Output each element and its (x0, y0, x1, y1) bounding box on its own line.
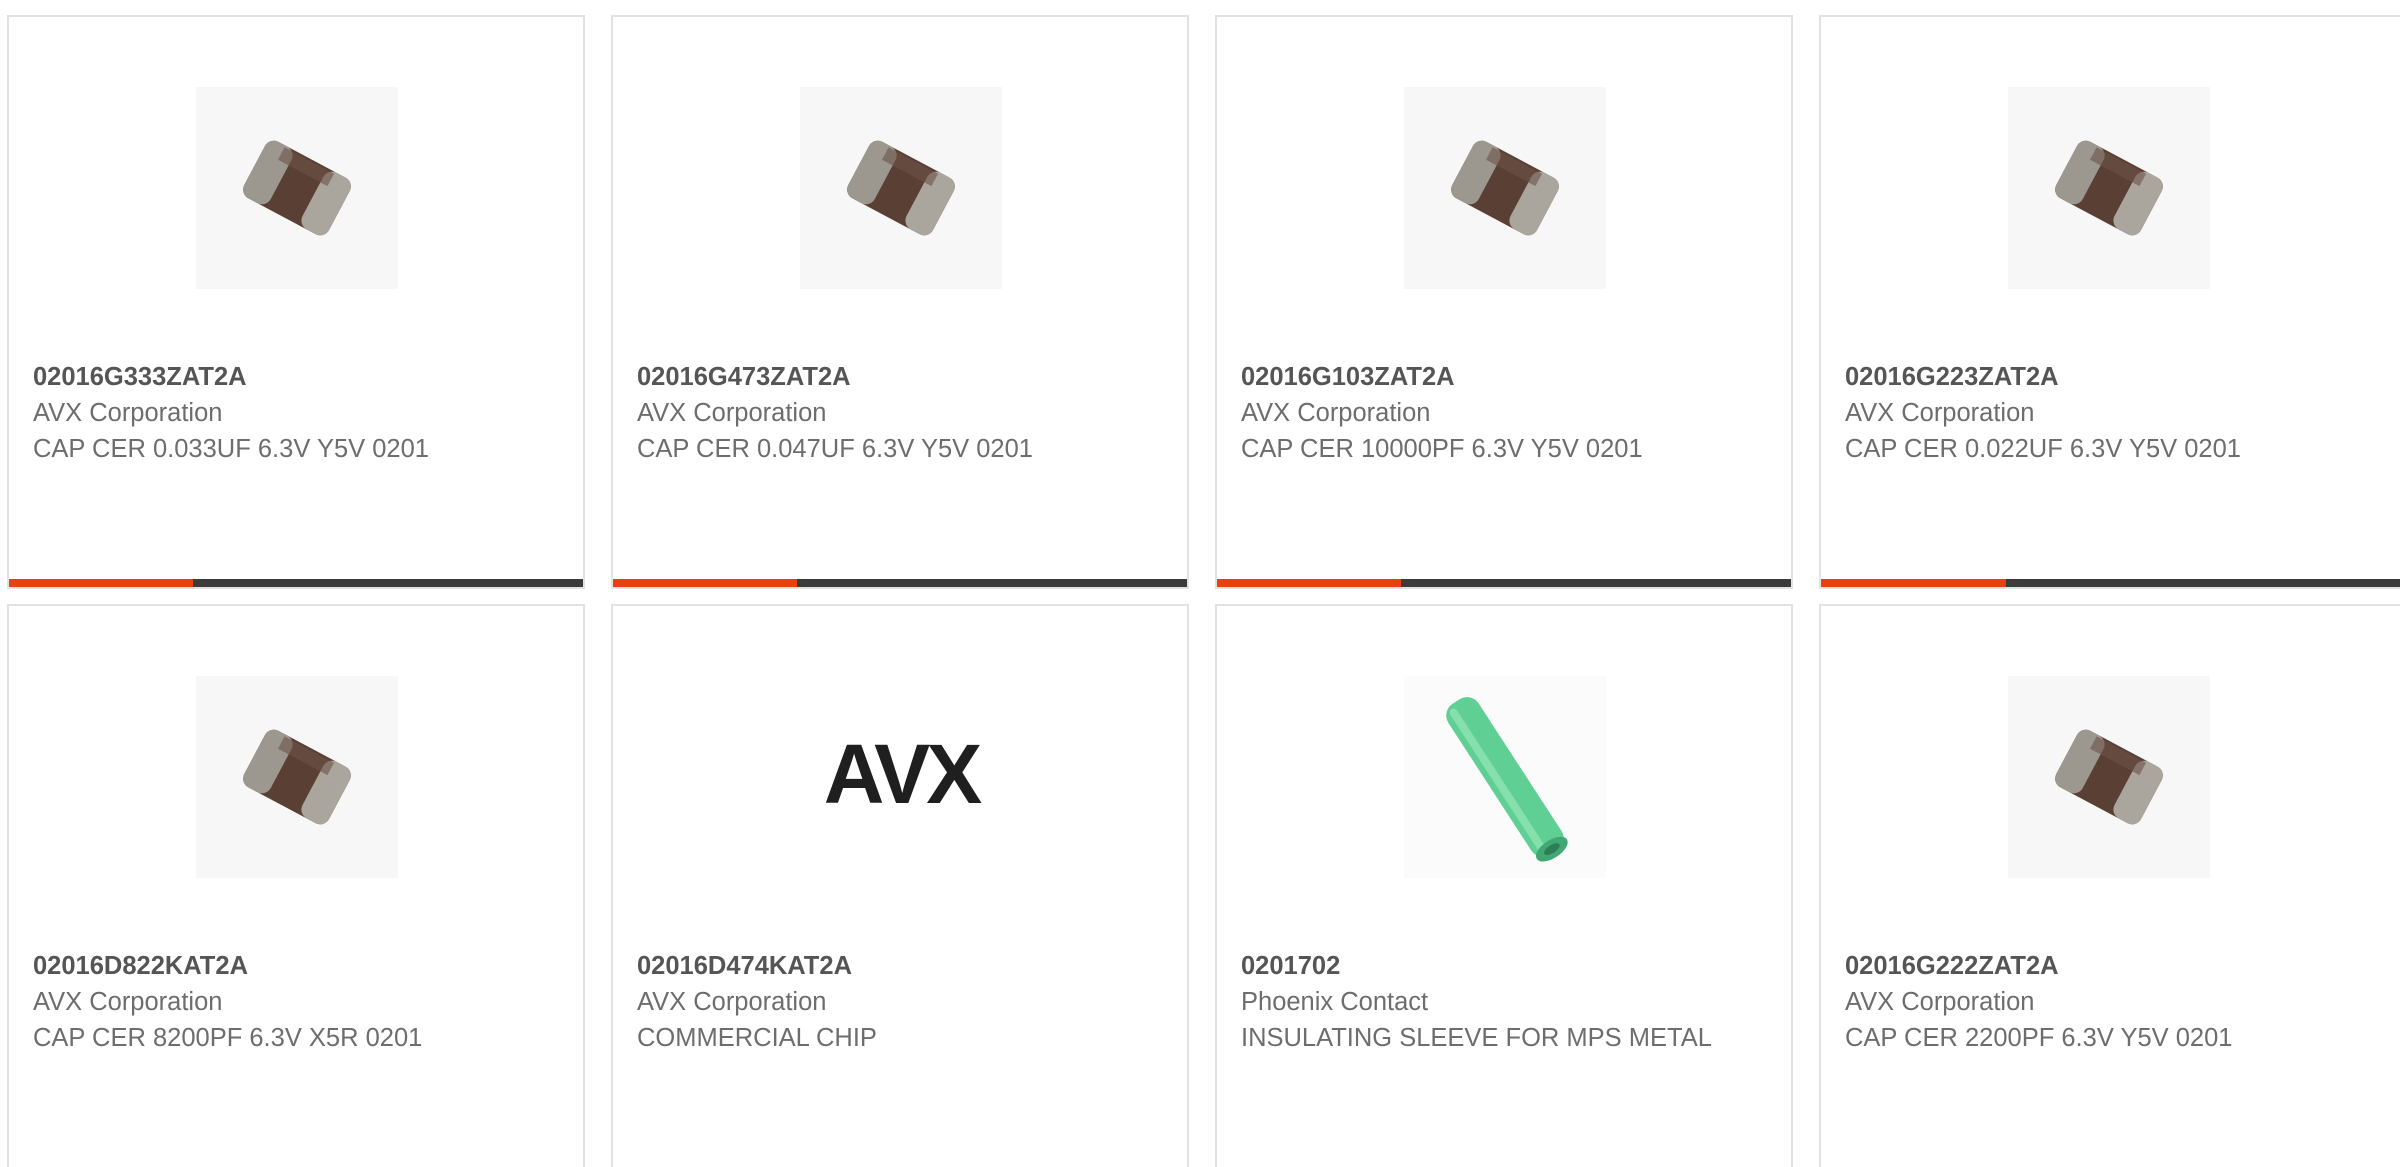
green-insulating-sleeve-image[interactable] (1404, 676, 1606, 878)
part-number-link[interactable]: 02016G222ZAT2A (1845, 948, 2345, 984)
capacitor-icon (243, 729, 351, 825)
product-card[interactable]: 02016G333ZAT2A AVX Corporation CAP CER 0… (7, 15, 585, 589)
part-number-link[interactable]: 02016G103ZAT2A (1241, 359, 1741, 395)
product-card[interactable]: AVX 02016D474KAT2A AVX Corporation COMME… (611, 604, 1189, 1167)
manufacturer-name: AVX Corporation (637, 988, 827, 1016)
part-number-link[interactable]: 02016G223ZAT2A (1845, 359, 2345, 395)
product-card[interactable]: 02016G223ZAT2A AVX Corporation CAP CER 0… (1819, 15, 2400, 589)
capacitor-icon (847, 140, 955, 236)
ceramic-chip-capacitor-image[interactable] (196, 87, 398, 289)
part-number-link[interactable]: 02016G333ZAT2A (33, 359, 533, 395)
manufacturer-name: AVX Corporation (1845, 399, 2035, 427)
avx-logo-icon: AVX (824, 737, 986, 817)
progress-bar-fill (1217, 579, 1401, 587)
ceramic-chip-capacitor-image[interactable] (196, 676, 398, 878)
avx-logo-image[interactable]: AVX (800, 676, 1002, 878)
manufacturer-name: AVX Corporation (33, 988, 223, 1016)
product-grid: 02016G333ZAT2A AVX Corporation CAP CER 0… (0, 0, 2400, 1167)
ceramic-chip-capacitor-image[interactable] (1404, 87, 1606, 289)
product-info: 02016G223ZAT2A AVX Corporation CAP CER 0… (1845, 359, 2345, 467)
part-number-link[interactable]: 02016D474KAT2A (637, 948, 1137, 984)
product-card[interactable]: 02016G222ZAT2A AVX Corporation CAP CER 2… (1819, 604, 2400, 1167)
part-number-link[interactable]: 0201702 (1241, 948, 1741, 984)
capacitor-icon (2055, 140, 2163, 236)
product-info: 02016G103ZAT2A AVX Corporation CAP CER 1… (1241, 359, 1741, 467)
product-description: CAP CER 0.033UF 6.3V Y5V 0201 (33, 435, 429, 463)
product-card[interactable]: 02016D822KAT2A AVX Corporation CAP CER 8… (7, 604, 585, 1167)
capacitor-icon (2055, 729, 2163, 825)
product-description: CAP CER 8200PF 6.3V X5R 0201 (33, 1024, 423, 1052)
progress-bar-fill (1821, 579, 2007, 587)
product-description: CAP CER 2200PF 6.3V Y5V 0201 (1845, 1024, 2233, 1052)
manufacturer-name: AVX Corporation (637, 399, 827, 427)
product-description: CAP CER 0.047UF 6.3V Y5V 0201 (637, 435, 1033, 463)
manufacturer-name: AVX Corporation (33, 399, 223, 427)
manufacturer-name: Phoenix Contact (1241, 988, 1429, 1016)
product-description: CAP CER 10000PF 6.3V Y5V 0201 (1241, 435, 1643, 463)
product-description: COMMERCIAL CHIP (637, 1024, 877, 1052)
manufacturer-name: AVX Corporation (1241, 399, 1431, 427)
progress-bar (9, 579, 583, 587)
manufacturer-name: AVX Corporation (1845, 988, 2035, 1016)
product-card[interactable]: 02016G103ZAT2A AVX Corporation CAP CER 1… (1215, 15, 1793, 589)
ceramic-chip-capacitor-image[interactable] (800, 87, 1002, 289)
product-info: 02016D474KAT2A AVX Corporation COMMERCIA… (637, 948, 1137, 1056)
product-info: 02016D822KAT2A AVX Corporation CAP CER 8… (33, 948, 533, 1056)
part-number-link[interactable]: 02016D822KAT2A (33, 948, 533, 984)
ceramic-chip-capacitor-image[interactable] (2008, 676, 2210, 878)
product-description: INSULATING SLEEVE FOR MPS METAL (1241, 1024, 1712, 1052)
capacitor-icon (243, 140, 351, 236)
progress-bar-fill (9, 579, 193, 587)
progress-bar (613, 579, 1187, 587)
ceramic-chip-capacitor-image[interactable] (2008, 87, 2210, 289)
progress-bar-fill (613, 579, 797, 587)
progress-bar (1217, 579, 1791, 587)
product-card[interactable]: 02016G473ZAT2A AVX Corporation CAP CER 0… (611, 15, 1189, 589)
product-info: 02016G473ZAT2A AVX Corporation CAP CER 0… (637, 359, 1137, 467)
capacitor-icon (1451, 140, 1559, 236)
insulating-sleeve-icon (1446, 697, 1568, 862)
progress-bar (1821, 579, 2400, 587)
product-info: 0201702 Phoenix Contact INSULATING SLEEV… (1241, 948, 1741, 1056)
part-number-link[interactable]: 02016G473ZAT2A (637, 359, 1137, 395)
product-description: CAP CER 0.022UF 6.3V Y5V 0201 (1845, 435, 2241, 463)
product-info: 02016G222ZAT2A AVX Corporation CAP CER 2… (1845, 948, 2345, 1056)
product-info: 02016G333ZAT2A AVX Corporation CAP CER 0… (33, 359, 533, 467)
product-card[interactable]: 0201702 Phoenix Contact INSULATING SLEEV… (1215, 604, 1793, 1167)
